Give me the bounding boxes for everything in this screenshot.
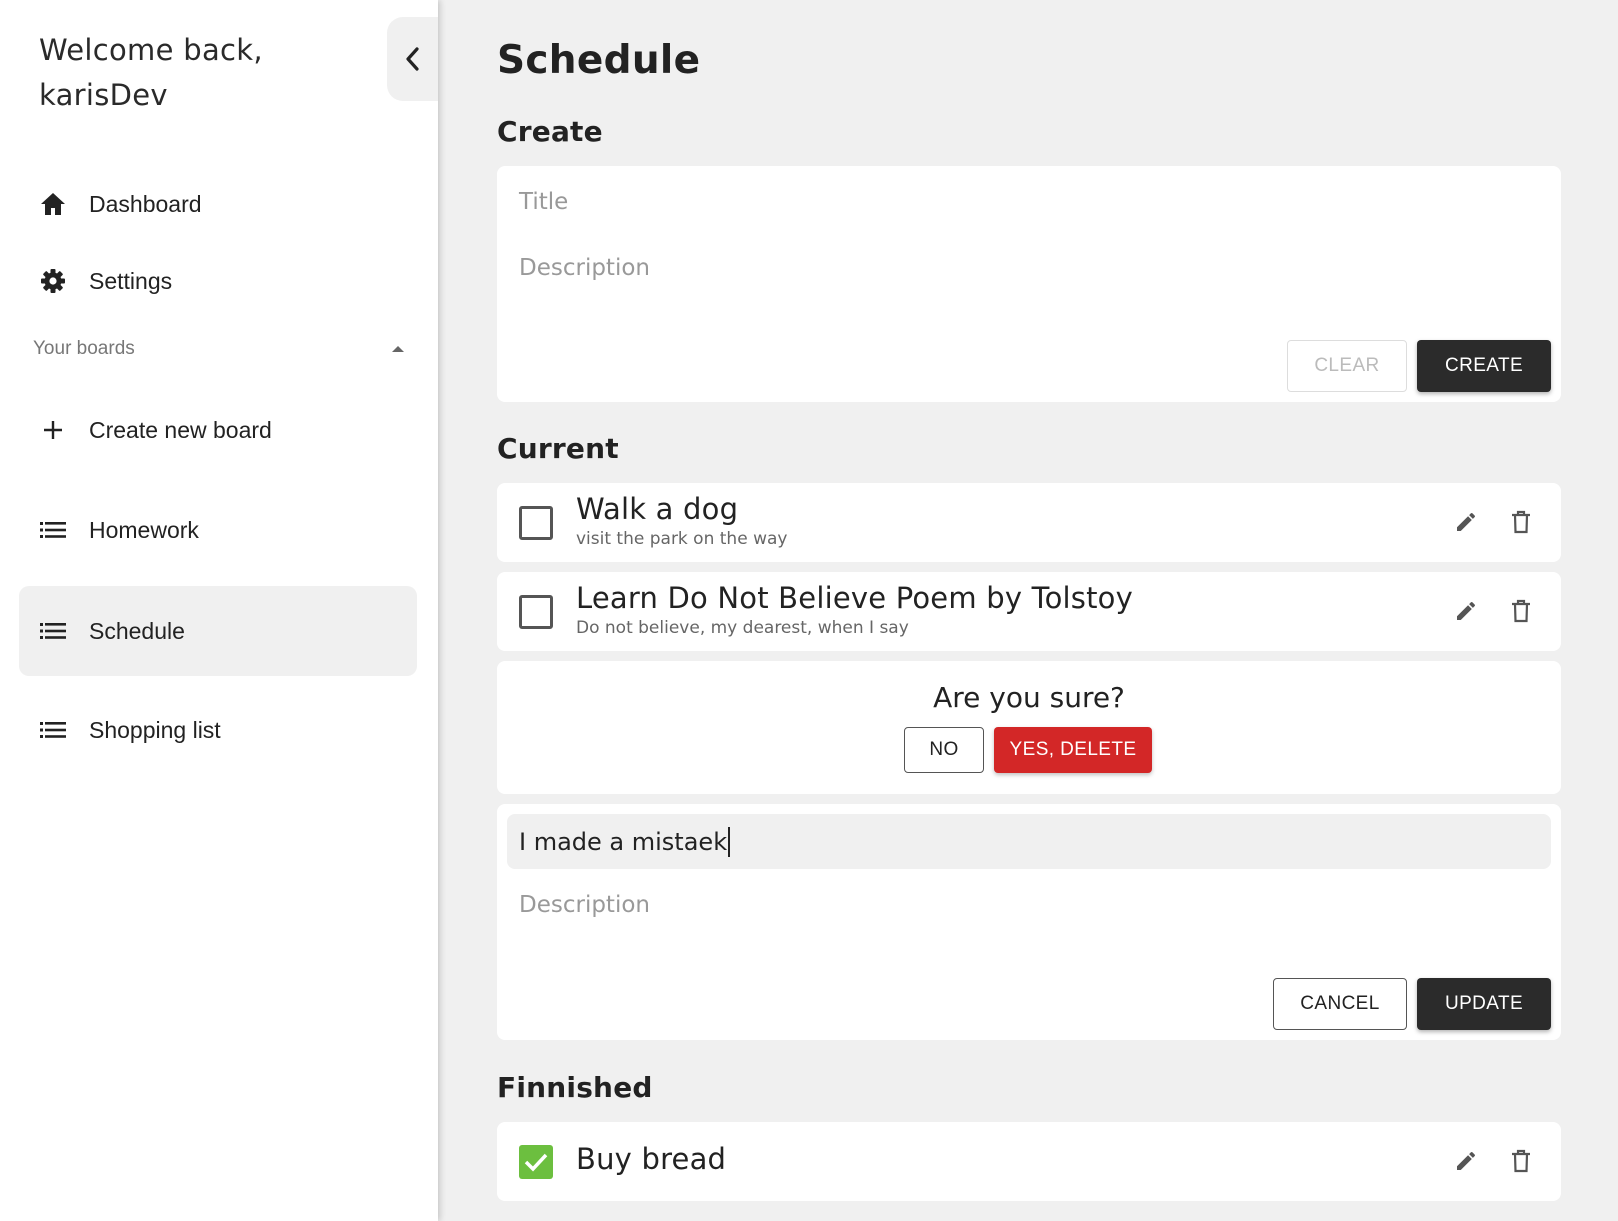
plus-icon xyxy=(38,415,68,445)
current-heading: Current xyxy=(497,432,619,465)
delete-confirm-card: Are you sure? NO YES, DELETE xyxy=(497,661,1561,794)
task-checkbox-checked[interactable] xyxy=(519,1145,553,1179)
task-card: Learn Do Not Believe Poem by Tolstoy Do … xyxy=(497,572,1561,651)
create-task-form: Title Description CLEAR CREATE xyxy=(497,166,1561,402)
no-button[interactable]: NO xyxy=(904,727,984,773)
sidebar-item-homework[interactable]: Homework xyxy=(19,494,417,566)
trash-icon xyxy=(1512,599,1530,623)
pencil-icon xyxy=(1457,1151,1476,1170)
edit-task-form: I made a mistaek Description CANCEL UPDA… xyxy=(497,804,1561,1040)
update-button[interactable]: UPDATE xyxy=(1417,978,1551,1030)
sidebar-item-label: Settings xyxy=(89,267,173,294)
list-icon xyxy=(38,715,68,745)
task-description: Do not believe, my dearest, when I say xyxy=(576,618,909,638)
caret-up-icon xyxy=(392,346,404,352)
sidebar-item-label: Schedule xyxy=(89,617,185,644)
description-input[interactable]: Description xyxy=(519,255,650,281)
sidebar-item-label: Homework xyxy=(89,516,199,543)
edit-button[interactable] xyxy=(1448,593,1484,629)
title-edit-value: I made a mistaek xyxy=(519,827,728,856)
sidebar-item-label: Create new board xyxy=(89,416,272,443)
delete-button[interactable] xyxy=(1503,593,1539,629)
clear-button[interactable]: CLEAR xyxy=(1287,340,1407,392)
edit-button[interactable] xyxy=(1448,1143,1484,1179)
collapse-sidebar-button[interactable] xyxy=(387,17,438,101)
sidebar-item-shopping-list[interactable]: Shopping list xyxy=(19,694,417,766)
pencil-icon xyxy=(1457,601,1476,620)
sidebar-item-schedule[interactable]: Schedule xyxy=(19,586,417,676)
task-checkbox[interactable] xyxy=(519,506,553,540)
description-input[interactable]: Description xyxy=(519,892,650,918)
sidebar-item-dashboard[interactable]: Dashboard xyxy=(19,168,417,240)
task-card: Buy bread xyxy=(497,1122,1561,1201)
home-icon xyxy=(38,189,68,219)
list-icon xyxy=(38,616,68,646)
welcome-username: karisDev xyxy=(39,78,168,112)
title-edit-input[interactable]: I made a mistaek xyxy=(507,814,1551,869)
task-checkbox[interactable] xyxy=(519,595,553,629)
cancel-button[interactable]: CANCEL xyxy=(1273,978,1407,1030)
create-heading: Create xyxy=(497,115,603,148)
create-board-button[interactable]: Create new board xyxy=(19,394,417,466)
task-title: Walk a dog xyxy=(576,492,739,526)
sidebar-item-label: Shopping list xyxy=(89,716,221,743)
finished-heading: Finnished xyxy=(497,1071,653,1104)
trash-icon xyxy=(1512,1149,1530,1173)
chevron-left-icon xyxy=(405,47,419,71)
welcome-greeting: Welcome back, xyxy=(39,33,263,67)
checkmark-icon xyxy=(524,1153,548,1172)
trash-icon xyxy=(1512,510,1530,534)
welcome-message: Welcome back, karisDev xyxy=(39,28,263,118)
delete-button[interactable] xyxy=(1503,504,1539,540)
edit-button[interactable] xyxy=(1448,504,1484,540)
confirm-question: Are you sure? xyxy=(933,681,1125,714)
task-title: Buy bread xyxy=(576,1142,727,1176)
text-caret xyxy=(728,826,731,857)
create-button[interactable]: CREATE xyxy=(1417,340,1551,392)
task-card: Walk a dog visit the park on the way xyxy=(497,483,1561,562)
pencil-icon xyxy=(1457,512,1476,531)
title-input[interactable]: Title xyxy=(519,189,568,215)
list-icon xyxy=(38,515,68,545)
page-title: Schedule xyxy=(497,38,701,83)
task-description: visit the park on the way xyxy=(576,529,788,549)
boards-section-label: Your boards xyxy=(33,338,135,359)
sidebar-item-settings[interactable]: Settings xyxy=(19,245,417,317)
task-title: Learn Do Not Believe Poem by Tolstoy xyxy=(576,581,1133,615)
sidebar-item-label: Dashboard xyxy=(89,190,202,217)
delete-button[interactable] xyxy=(1503,1143,1539,1179)
yes-delete-button[interactable]: YES, DELETE xyxy=(994,727,1152,773)
boards-section-toggle[interactable]: Your boards xyxy=(33,338,405,360)
sidebar: Welcome back, karisDev Dashboard Setting… xyxy=(0,0,438,1221)
gear-icon xyxy=(38,266,68,296)
